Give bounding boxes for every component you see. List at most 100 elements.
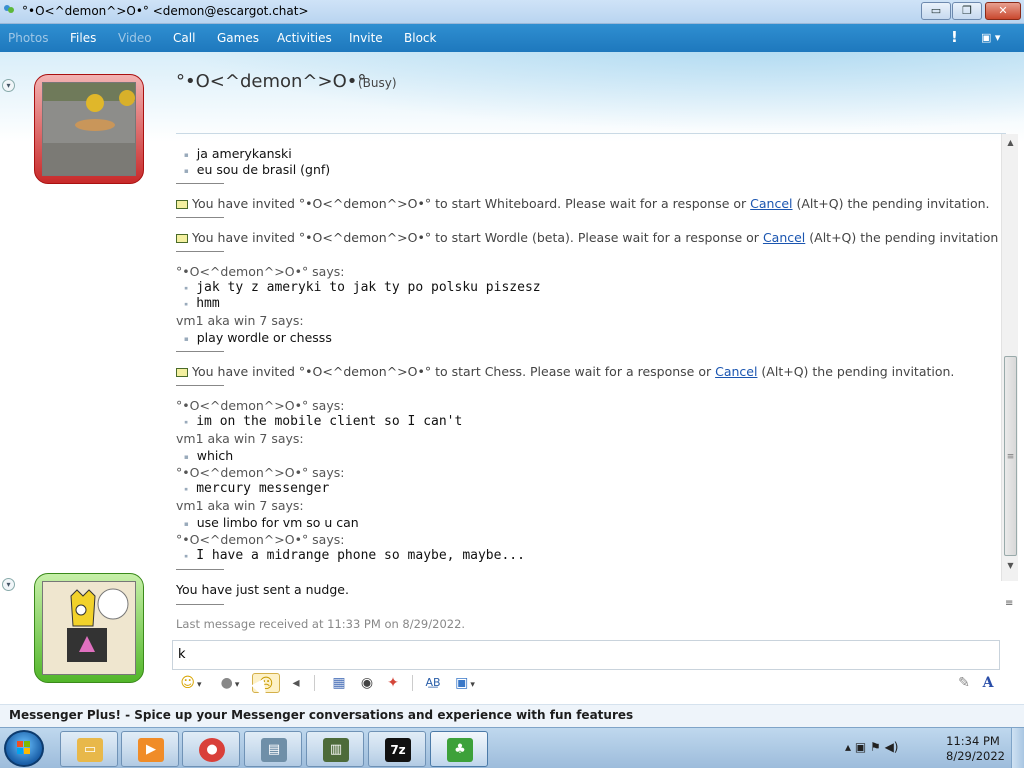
wink-icon[interactable]: ●	[214, 673, 246, 693]
message-separator	[176, 351, 224, 352]
compose-toolbar: ☺ ● ☹ ◂ ▦ ◉ ✦ A͟B ▣ ✎ A	[172, 670, 1000, 696]
message: im on the mobile client so I can't	[184, 414, 462, 429]
taskbar-window-app[interactable]: ▤	[244, 731, 302, 767]
message: eu sou de brasil (gnf)	[184, 162, 330, 177]
handwriting-icon[interactable]: ✎	[954, 673, 974, 693]
message-separator	[176, 385, 224, 386]
message-separator	[176, 569, 224, 570]
header-decoration	[170, 52, 1024, 132]
sender-label: vm1 aka win 7 says:	[176, 498, 304, 513]
taskbar-chrome[interactable]: ●	[182, 731, 240, 767]
message: mercury messenger	[184, 481, 329, 496]
clock-date: 8/29/2022	[946, 749, 1005, 763]
maximize-button[interactable]: ❐	[952, 2, 982, 20]
my-display-picture	[42, 581, 136, 675]
conversation-history[interactable]: ja amerykanski eu sou de brasil (gnf) Yo…	[176, 141, 998, 581]
background-icon[interactable]: ▦	[328, 673, 350, 693]
scroll-thumb[interactable]: ≡	[1004, 356, 1017, 556]
send-file-icon[interactable]: ▣	[450, 673, 480, 693]
menu-photos[interactable]: Photos	[8, 31, 48, 45]
emoticon-icon[interactable]: ☺	[176, 673, 206, 693]
title-bar: °•O<^demon^>O•° <demon@escargot.chat> ▭ …	[0, 0, 1024, 24]
invite-notice: You have invited °•O<^demon^>O•° to star…	[176, 364, 954, 379]
sender-label: °•O<^demon^>O•° says:	[176, 264, 345, 279]
close-button[interactable]: ✕	[985, 2, 1021, 20]
scroll-up-icon[interactable]: ▲	[1002, 138, 1019, 154]
menu-files[interactable]: Files	[70, 31, 96, 45]
header-divider	[176, 133, 1006, 134]
collapse-my-pic-icon[interactable]: ▾	[2, 578, 15, 591]
cancel-link[interactable]: Cancel	[763, 230, 805, 245]
conversation-scrollbar[interactable]: ▲ ≡ ▼	[1001, 134, 1018, 581]
voice-clip-icon[interactable]: ◂	[286, 673, 306, 693]
taskbar-7zip[interactable]: 7z	[368, 731, 426, 767]
clock[interactable]: 11:34 PM 8/29/2022	[946, 734, 1005, 764]
taskbar-messenger[interactable]: ♣	[430, 731, 488, 767]
start-button[interactable]	[4, 730, 44, 767]
envelope-icon	[176, 234, 188, 243]
sender-label: °•O<^demon^>O•° says:	[176, 465, 345, 480]
messenger-icon: ♣	[447, 738, 473, 762]
menu-block[interactable]: Block	[404, 31, 436, 45]
show-menu-icon[interactable]: ▣ ▾	[981, 31, 1000, 44]
taskbar-explorer[interactable]: ▭	[60, 731, 118, 767]
envelope-icon	[176, 368, 188, 377]
message: I have a midrange phone so maybe, maybe.…	[184, 548, 525, 563]
message: jak ty z ameryki to jak ty po polsku pis…	[184, 280, 540, 295]
contact-display-picture	[42, 82, 136, 176]
font-icon[interactable]: A͟B	[422, 673, 444, 693]
message: ja amerykanski	[184, 146, 292, 161]
window-app-icon: ▤	[261, 738, 287, 762]
window-title: °•O<^demon^>O•° <demon@escargot.chat>	[22, 4, 309, 18]
menu-activities[interactable]: Activities	[277, 31, 332, 45]
menu-invite[interactable]: Invite	[349, 31, 383, 45]
taskbar-terminal[interactable]: ▥	[306, 731, 364, 767]
scroll-down-icon[interactable]: ▼	[1002, 561, 1019, 577]
terminal-icon: ▥	[323, 738, 349, 762]
plus-icon[interactable]: ✦	[382, 673, 404, 693]
menu-games[interactable]: Games	[217, 31, 259, 45]
messenger-icon	[4, 5, 14, 13]
message-input[interactable]: k	[172, 640, 1000, 670]
toolbar-separator	[412, 675, 413, 691]
sender-label: °•O<^demon^>O•° says:	[176, 398, 345, 413]
message-separator	[176, 604, 224, 605]
splitter-grip-icon[interactable]: ≡	[1005, 598, 1013, 609]
menu-call[interactable]: Call	[173, 31, 195, 45]
messenger-plus-bar[interactable]: Messenger Plus! - Spice up your Messenge…	[0, 704, 1024, 727]
7zip-icon: 7z	[385, 738, 411, 762]
message: play wordle or chesss	[184, 330, 332, 345]
contact-avatar[interactable]	[34, 74, 144, 184]
cancel-link[interactable]: Cancel	[750, 196, 792, 211]
toolbar-separator	[314, 675, 315, 691]
message: which	[184, 448, 233, 463]
minimize-button[interactable]: ▭	[921, 2, 951, 20]
text-style-icon[interactable]: A	[978, 673, 998, 693]
sender-label: vm1 aka win 7 says:	[176, 431, 304, 446]
contact-name: °•O<^demon^>O•°	[176, 71, 367, 92]
my-avatar[interactable]	[34, 573, 144, 683]
invite-notice: You have invited °•O<^demon^>O•° to star…	[176, 196, 990, 211]
system-tray[interactable]: ▴ ▣ ⚑ ◀)	[845, 740, 898, 754]
message: hmm	[184, 296, 219, 311]
taskbar-media-player[interactable]: ▶	[121, 731, 179, 767]
show-desktop-button[interactable]	[1011, 728, 1024, 768]
envelope-icon	[176, 200, 188, 209]
sender-label: °•O<^demon^>O•° says:	[176, 532, 345, 547]
taskbar: ▭ ▶ ● ▤ ▥ 7z ♣ ▴ ▣ ⚑ ◀) 11:34 PM 8/29/20…	[0, 727, 1024, 768]
menu-bar: Photos Files Video Call Games Activities…	[0, 24, 1024, 52]
folder-icon: ▭	[77, 738, 103, 762]
invite-notice: You have invited °•O<^demon^>O•° to star…	[176, 230, 998, 245]
contact-status: (Busy)	[358, 76, 397, 90]
alert-icon[interactable]: !	[951, 28, 958, 46]
collapse-contact-pic-icon[interactable]: ▾	[2, 79, 15, 92]
chrome-icon: ●	[199, 738, 225, 762]
message: use limbo for vm so u can	[184, 515, 359, 530]
message-separator	[176, 217, 224, 218]
sound-icon[interactable]: ◉	[356, 673, 378, 693]
message-separator	[176, 183, 224, 184]
cancel-link[interactable]: Cancel	[715, 364, 757, 379]
media-player-icon: ▶	[138, 738, 164, 762]
menu-video[interactable]: Video	[118, 31, 152, 45]
message-separator	[176, 251, 224, 252]
